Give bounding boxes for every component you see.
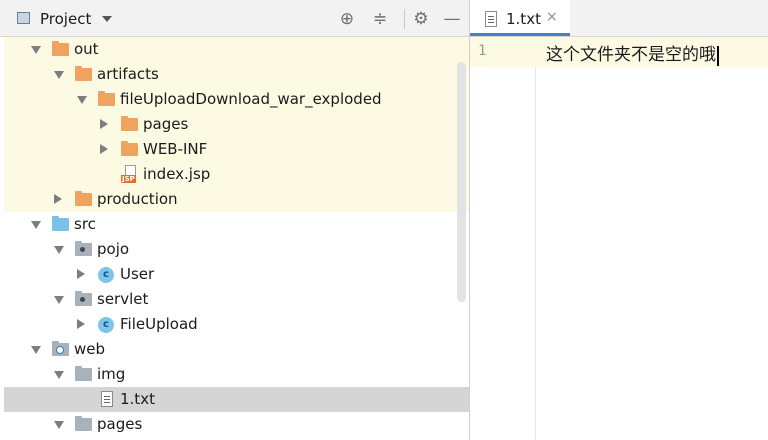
tree-item[interactable]: JSP index.jsp bbox=[4, 162, 469, 187]
chevron-down-icon[interactable] bbox=[54, 71, 64, 79]
chevron-right-icon[interactable] bbox=[54, 194, 62, 204]
editor-tab-bar: 1.txt × bbox=[470, 0, 768, 37]
tree-item[interactable]: src bbox=[4, 212, 469, 237]
folder-icon bbox=[98, 91, 115, 106]
gear-icon[interactable]: ⚙ bbox=[410, 8, 432, 30]
folder-icon bbox=[121, 116, 138, 131]
chevron-right-icon[interactable] bbox=[77, 269, 85, 279]
folder-icon bbox=[52, 41, 69, 56]
folder-icon bbox=[75, 416, 92, 431]
chevron-down-icon[interactable] bbox=[31, 46, 41, 54]
tree-item-label: fileUploadDownload_war_exploded bbox=[120, 90, 382, 108]
tree-item[interactable]: img bbox=[4, 362, 469, 387]
tree-item-label: pages bbox=[97, 415, 143, 433]
folder-icon bbox=[75, 191, 92, 206]
tree-item-label: src bbox=[74, 215, 96, 233]
tree-item[interactable]: c FileUpload bbox=[4, 312, 469, 337]
tree-item[interactable]: c User bbox=[4, 262, 469, 287]
tree-item[interactable]: fileUploadDownload_war_exploded bbox=[4, 87, 469, 112]
tree-item[interactable]: pages bbox=[4, 412, 469, 437]
class-icon: c bbox=[98, 267, 114, 283]
tree-item-label: WEB-INF bbox=[143, 140, 208, 158]
tree-item[interactable]: servlet bbox=[4, 287, 469, 312]
folder-icon bbox=[52, 216, 69, 231]
chevron-down-icon[interactable] bbox=[77, 96, 87, 104]
chevron-down-icon[interactable] bbox=[31, 346, 41, 354]
web-folder-icon bbox=[52, 341, 69, 356]
tree-item-label: FileUpload bbox=[120, 315, 198, 333]
tree-scrollbar[interactable] bbox=[457, 62, 466, 302]
chevron-right-icon[interactable] bbox=[100, 144, 108, 154]
editor-gutter bbox=[470, 37, 536, 440]
hide-icon[interactable]: — bbox=[441, 8, 463, 30]
chevron-right-icon[interactable] bbox=[77, 319, 85, 329]
editor-text[interactable]: 这个文件夹不是空的哦 bbox=[546, 40, 719, 66]
text-caret bbox=[717, 45, 719, 66]
tree-item[interactable]: artifacts bbox=[4, 62, 469, 87]
project-panel-title[interactable]: Project bbox=[40, 10, 91, 28]
tree-item-label: User bbox=[120, 265, 155, 283]
chevron-down-icon[interactable] bbox=[54, 371, 64, 379]
tree-item-label: index.jsp bbox=[143, 165, 211, 183]
tree-item-label: servlet bbox=[97, 290, 149, 308]
header-divider bbox=[404, 9, 405, 29]
line-number: 1 bbox=[478, 43, 487, 59]
text-file-icon bbox=[485, 11, 497, 27]
locate-icon[interactable]: ⊕ bbox=[336, 8, 358, 30]
tree-item[interactable]: WEB-INF bbox=[4, 137, 469, 162]
text-file-icon bbox=[101, 391, 113, 407]
project-panel-header: Project ⊕ ≑ ⚙ — bbox=[0, 0, 469, 37]
project-tool-window: Project ⊕ ≑ ⚙ — out artifacts fileUploadDo… bbox=[0, 0, 469, 440]
editor-line-1[interactable]: 这个文件夹不是空的哦 bbox=[546, 45, 716, 65]
folder-icon bbox=[75, 66, 92, 81]
project-view-icon bbox=[17, 12, 30, 24]
collapse-all-icon[interactable]: ≑ bbox=[369, 8, 391, 30]
tree-item-label: pages bbox=[143, 115, 189, 133]
tree-item-label: out bbox=[74, 40, 99, 58]
class-icon: c bbox=[98, 317, 114, 333]
tree-item[interactable]: out bbox=[4, 37, 469, 62]
tree-item[interactable]: 1.txt bbox=[4, 387, 469, 412]
close-icon[interactable]: × bbox=[546, 9, 558, 25]
chevron-right-icon[interactable] bbox=[100, 119, 108, 129]
tree-item-label: img bbox=[97, 365, 126, 383]
tab-1-txt[interactable]: 1.txt × bbox=[470, 0, 570, 36]
folder-icon bbox=[121, 141, 138, 156]
tab-label: 1.txt bbox=[506, 10, 541, 28]
package-icon bbox=[75, 241, 92, 256]
chevron-down-icon[interactable] bbox=[54, 421, 64, 429]
tree-item-label: web bbox=[74, 340, 106, 358]
chevron-down-icon[interactable] bbox=[54, 296, 64, 304]
package-icon bbox=[75, 291, 92, 306]
tree-item[interactable]: pojo bbox=[4, 237, 469, 262]
tree-item-label: 1.txt bbox=[120, 390, 155, 408]
tree-item[interactable]: production bbox=[4, 187, 469, 212]
tree-item-label: artifacts bbox=[97, 65, 159, 83]
tree-item-label: production bbox=[97, 190, 178, 208]
folder-icon bbox=[75, 366, 92, 381]
tree-item[interactable]: pages bbox=[4, 112, 469, 137]
tree-item[interactable]: web bbox=[4, 337, 469, 362]
chevron-down-icon[interactable] bbox=[31, 221, 41, 229]
tree-item-label: pojo bbox=[97, 240, 130, 258]
chevron-down-icon[interactable] bbox=[102, 16, 112, 22]
jsp-file-icon: JSP bbox=[121, 165, 139, 184]
chevron-down-icon[interactable] bbox=[54, 246, 64, 254]
